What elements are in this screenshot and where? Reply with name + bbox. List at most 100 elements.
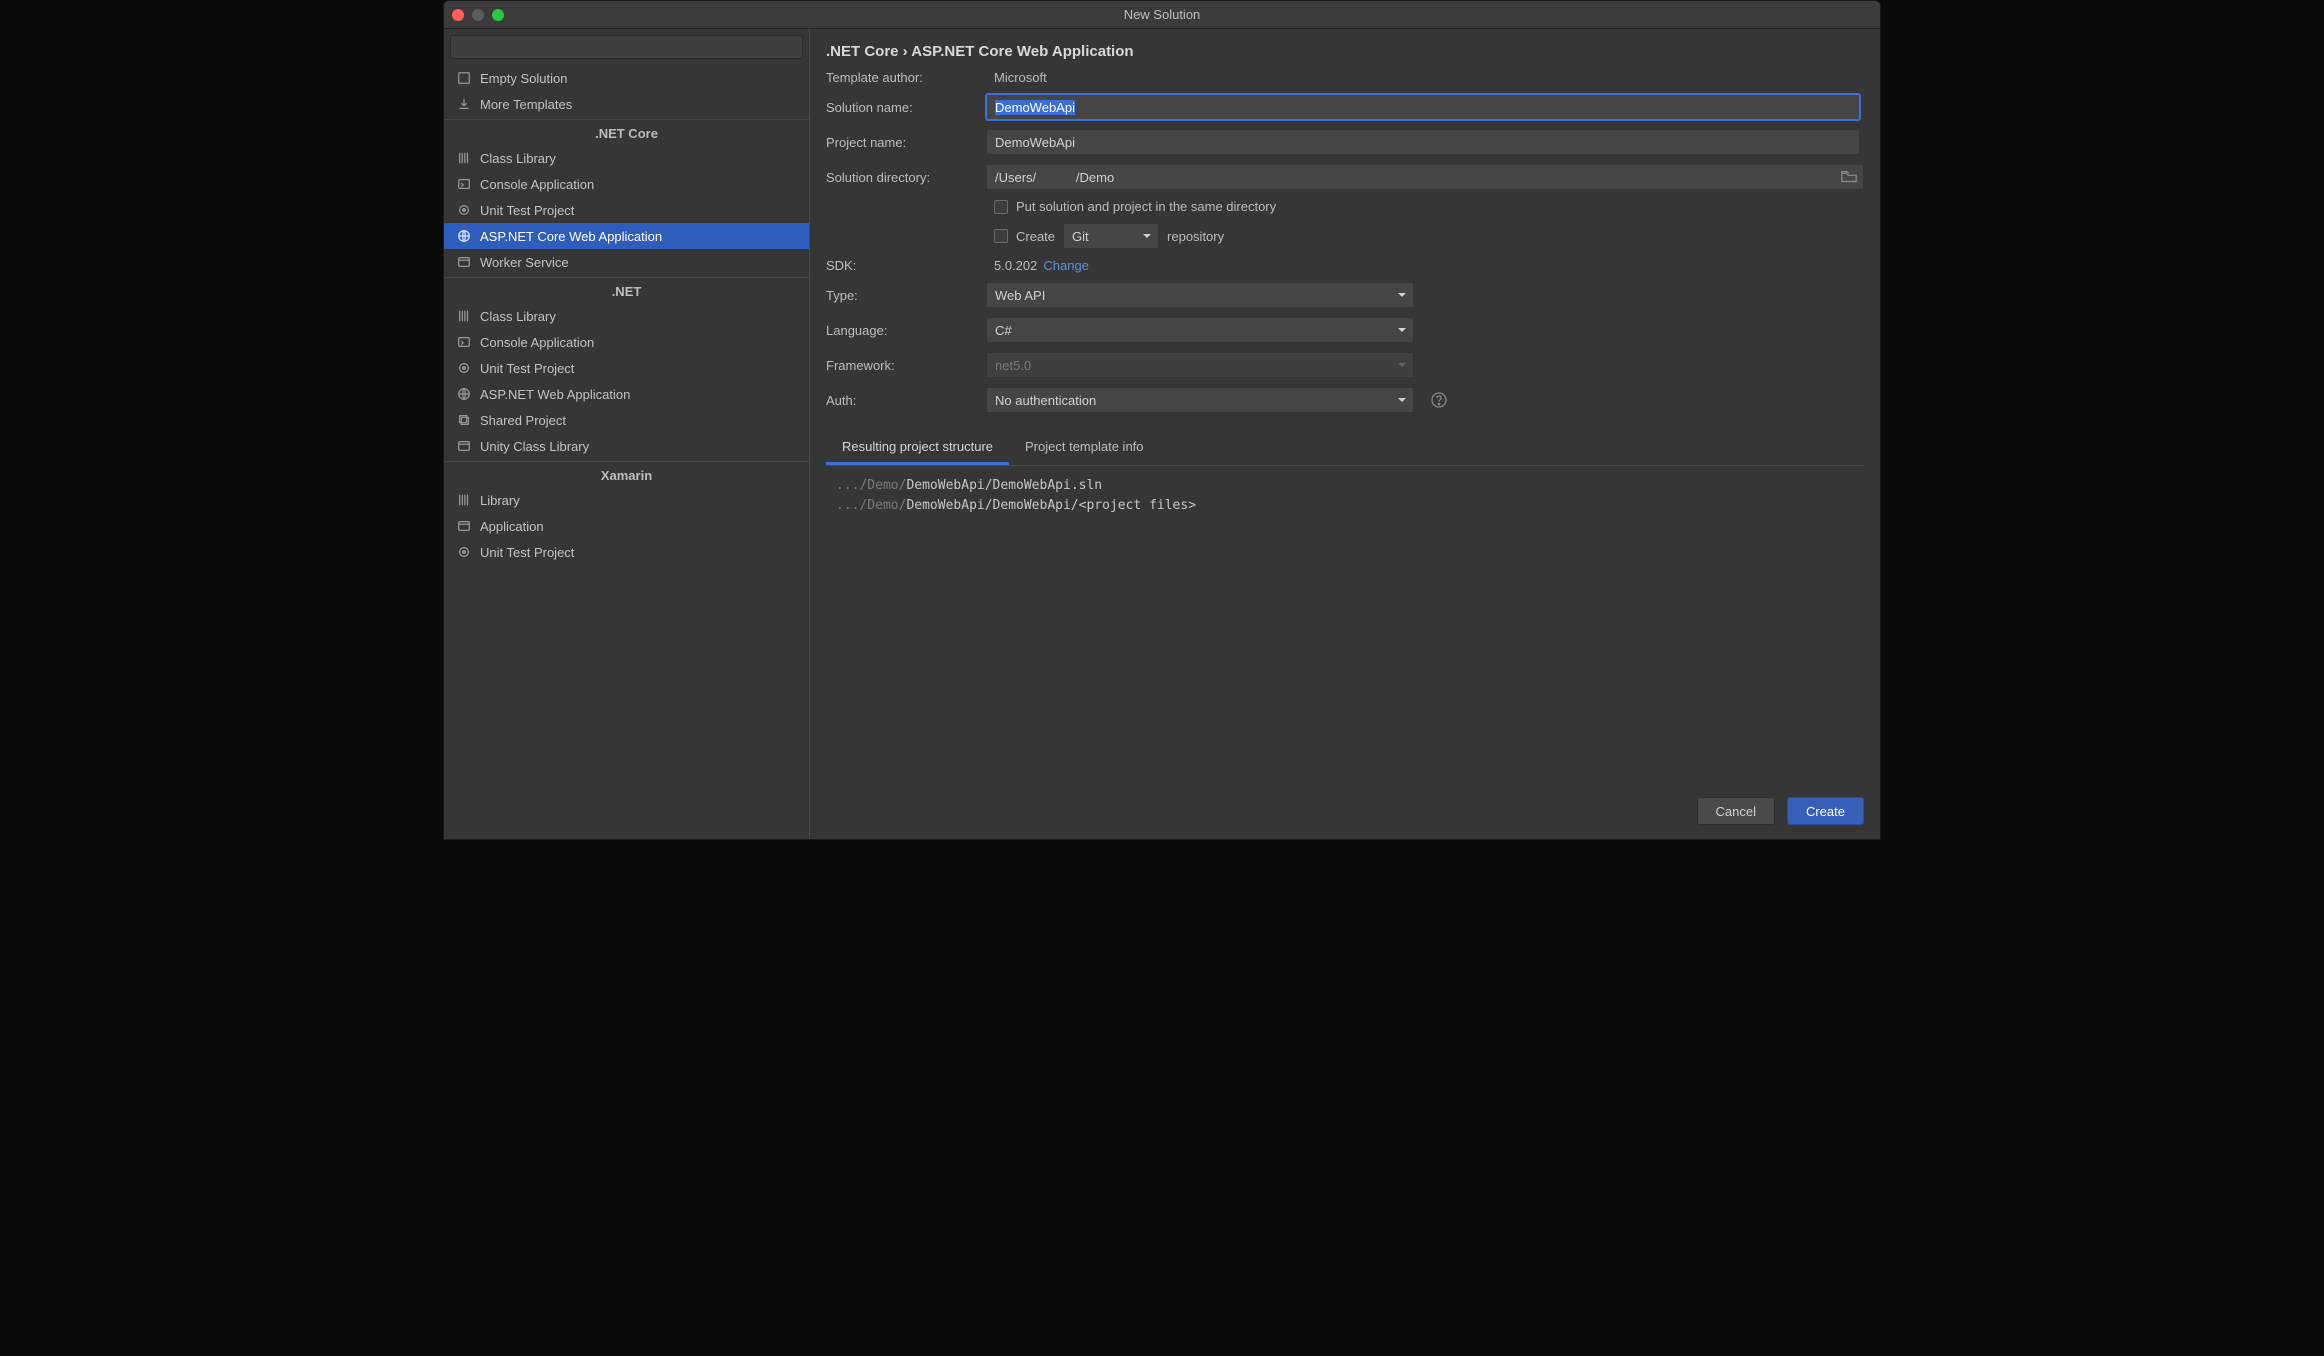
sidebar-item-label: Unit Test Project	[480, 203, 574, 218]
structure-path: DemoWebApi/DemoWebApi/<project files>	[906, 498, 1196, 513]
sidebar-item-label: Class Library	[480, 309, 556, 324]
project-structure-view: .../Demo/DemoWebApi/DemoWebApi.sln .../D…	[826, 466, 1864, 783]
sidebar-item-label: Console Application	[480, 335, 594, 350]
sidebar-item-label: Library	[480, 493, 520, 508]
sidebar-item-aspnet-core-web[interactable]: ASP.NET Core Web Application	[444, 223, 809, 249]
language-select[interactable]: C#	[986, 317, 1414, 343]
sidebar-item-label: Worker Service	[480, 255, 569, 270]
library-icon	[456, 492, 472, 508]
vcs-select[interactable]: Git	[1063, 223, 1159, 249]
template-search-input[interactable]	[450, 35, 803, 59]
sidebar-item-worker-service[interactable]: Worker Service	[444, 249, 809, 275]
type-select[interactable]: Web API	[986, 282, 1414, 308]
sdk-change-link[interactable]: Change	[1043, 258, 1089, 273]
console-icon	[456, 176, 472, 192]
same-dir-label: Put solution and project in the same dir…	[1016, 199, 1276, 214]
sidebar-item-xamarin-library[interactable]: Library	[444, 487, 809, 513]
tab-template-info[interactable]: Project template info	[1009, 431, 1160, 465]
sidebar-item-unit-test-net[interactable]: Unit Test Project	[444, 355, 809, 381]
window-icon	[456, 254, 472, 270]
label-solution-dir: Solution directory:	[826, 170, 986, 185]
solution-name-input[interactable]	[986, 94, 1860, 120]
sidebar-item-unit-test[interactable]: Unit Test Project	[444, 197, 809, 223]
label-language: Language:	[826, 323, 986, 338]
same-dir-checkbox[interactable]	[994, 200, 1008, 214]
sidebar-item-aspnet-web[interactable]: ASP.NET Web Application	[444, 381, 809, 407]
value-template-author: Microsoft	[986, 70, 1864, 85]
label-sdk: SDK:	[826, 258, 986, 273]
structure-dim: .../Demo/	[836, 498, 906, 513]
titlebar: New Solution	[444, 1, 1880, 29]
sidebar-item-class-library-net[interactable]: Class Library	[444, 303, 809, 329]
structure-line: .../Demo/DemoWebApi/DemoWebApi.sln	[836, 476, 1854, 496]
dialog-body: Empty Solution More Templates .NET Core …	[444, 29, 1880, 839]
structure-path: DemoWebApi/DemoWebApi.sln	[906, 478, 1102, 493]
help-icon[interactable]	[1430, 391, 1448, 409]
sidebar-item-xamarin-application[interactable]: Application	[444, 513, 809, 539]
sidebar-item-label: More Templates	[480, 97, 572, 112]
sidebar-item-class-library[interactable]: Class Library	[444, 145, 809, 171]
sidebar-item-label: ASP.NET Web Application	[480, 387, 630, 402]
sidebar-item-more-templates[interactable]: More Templates	[444, 91, 809, 117]
cancel-button[interactable]: Cancel	[1697, 797, 1775, 825]
window-icon	[456, 438, 472, 454]
divider	[444, 461, 809, 462]
tab-structure[interactable]: Resulting project structure	[826, 431, 1009, 465]
sidebar-item-label: Unit Test Project	[480, 361, 574, 376]
type-select-value: Web API	[995, 288, 1045, 303]
template-list[interactable]: Empty Solution More Templates .NET Core …	[444, 65, 809, 839]
repository-label: repository	[1167, 229, 1224, 244]
sdk-value: 5.0.202	[994, 258, 1037, 273]
sidebar-item-console-app[interactable]: Console Application	[444, 171, 809, 197]
sidebar-item-label: Console Application	[480, 177, 594, 192]
label-auth: Auth:	[826, 393, 986, 408]
globe-icon	[456, 228, 472, 244]
window-icon	[456, 518, 472, 534]
group-net-core: .NET Core	[444, 122, 809, 145]
sidebar-item-label: Empty Solution	[480, 71, 567, 86]
auth-select-value: No authentication	[995, 393, 1096, 408]
download-icon	[456, 96, 472, 112]
sidebar-item-xamarin-unit-test[interactable]: Unit Test Project	[444, 539, 809, 565]
test-icon	[456, 202, 472, 218]
sidebar-item-console-app-net[interactable]: Console Application	[444, 329, 809, 355]
create-button[interactable]: Create	[1787, 797, 1864, 825]
breadcrumb-leaf: ASP.NET Core Web Application	[911, 43, 1133, 60]
sidebar-item-label: Unit Test Project	[480, 545, 574, 560]
label-framework: Framework:	[826, 358, 986, 373]
folder-open-icon[interactable]	[1840, 168, 1858, 186]
language-select-value: C#	[995, 323, 1012, 338]
divider	[444, 277, 809, 278]
stack-icon	[456, 412, 472, 428]
chevron-down-icon	[1397, 290, 1407, 300]
square-icon	[456, 70, 472, 86]
new-solution-window: New Solution Empty	[443, 0, 1881, 840]
group-xamarin: Xamarin	[444, 464, 809, 487]
sidebar-item-label: Unity Class Library	[480, 439, 589, 454]
template-sidebar: Empty Solution More Templates .NET Core …	[444, 29, 810, 839]
sidebar-item-shared-project[interactable]: Shared Project	[444, 407, 809, 433]
sidebar-item-empty-solution[interactable]: Empty Solution	[444, 65, 809, 91]
test-icon	[456, 360, 472, 376]
breadcrumb: .NET Core › ASP.NET Core Web Application	[826, 43, 1864, 60]
divider	[444, 119, 809, 120]
library-icon	[456, 308, 472, 324]
vcs-select-value: Git	[1072, 229, 1089, 244]
breadcrumb-sep: ›	[899, 43, 912, 60]
tabs: Resulting project structure Project temp…	[826, 431, 1864, 466]
structure-line: .../Demo/DemoWebApi/DemoWebApi/<project …	[836, 496, 1854, 516]
create-repo-checkbox[interactable]	[994, 229, 1008, 243]
sidebar-item-label: ASP.NET Core Web Application	[480, 229, 662, 244]
breadcrumb-root: .NET Core	[826, 43, 899, 60]
framework-select-value: net5.0	[995, 358, 1031, 373]
sidebar-item-unity-class-library[interactable]: Unity Class Library	[444, 433, 809, 459]
footer: Cancel Create	[826, 783, 1864, 825]
structure-dim: .../Demo/	[836, 478, 906, 493]
auth-select[interactable]: No authentication	[986, 387, 1414, 413]
project-name-input[interactable]	[986, 129, 1860, 155]
sidebar-item-label: Application	[480, 519, 544, 534]
globe-icon	[456, 386, 472, 402]
solution-dir-input[interactable]	[986, 164, 1864, 190]
window-title: New Solution	[444, 7, 1880, 22]
label-project-name: Project name:	[826, 135, 986, 150]
